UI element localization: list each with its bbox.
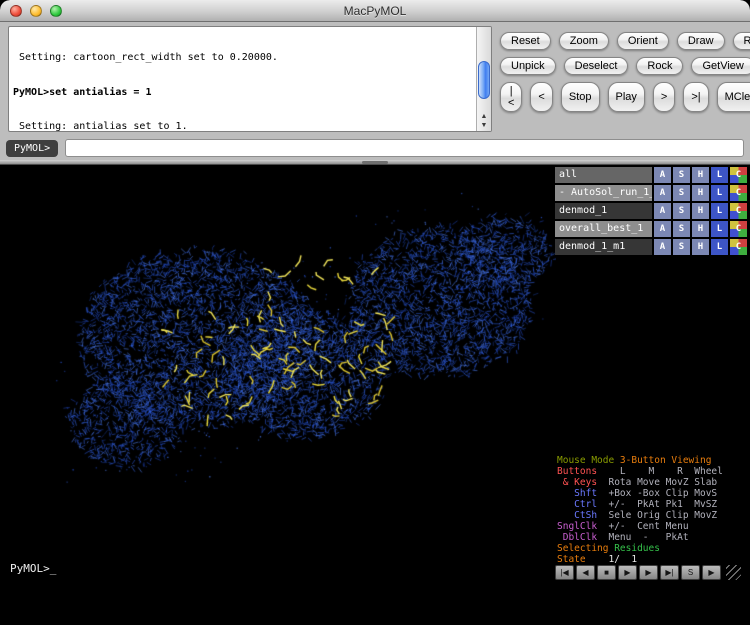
selecting-label: Selecting [557,543,608,554]
selecting-mode-line[interactable]: Selecting Residues [557,543,747,554]
rock-button[interactable]: Rock [636,57,683,75]
reset-button[interactable]: Reset [500,32,551,50]
show-button[interactable]: S [673,239,690,255]
console-log: Setting: cartoon_rect_width set to 0.200… [9,27,491,132]
console-scrollbar[interactable]: ▲▼ [476,27,491,131]
hide-button[interactable]: H [692,167,709,183]
object-name-denmod-1[interactable]: denmod_1 [555,203,652,219]
mouse-mode-label: Mouse Mode [557,455,614,466]
mouse-matrix-row: Ctrl +/- PkAt Pk1 MvSZ [557,499,747,510]
scrollbar-thumb[interactable] [478,61,490,99]
show-button[interactable]: S [673,167,690,183]
hide-button[interactable]: H [692,221,709,237]
orient-button[interactable]: Orient [617,32,669,50]
frame-first-button[interactable]: |◀ [555,565,574,580]
state-line: State 1/ 1 [557,554,747,565]
show-button[interactable]: S [673,203,690,219]
zoom-button[interactable]: Zoom [559,32,609,50]
pymol-prompt-label: PyMOL> [6,140,58,157]
viewport-prompt: PyMOL>_ [10,562,56,575]
play-button[interactable]: ▶ [618,565,637,580]
draw-button[interactable]: Draw [677,32,725,50]
color-button[interactable]: C [730,185,747,201]
splitter-nub[interactable] [362,161,388,164]
scene-button[interactable]: S [681,565,700,580]
mouse-matrix-row: SnglClk +/- Cent Menu [557,521,747,532]
object-row: all A S H L C [555,167,747,183]
action-button[interactable]: A [654,221,671,237]
label-button[interactable]: L [711,221,728,237]
movie-play-button[interactable]: Play [608,82,645,112]
color-button[interactable]: C [730,221,747,237]
object-name-denmod-1-m1[interactable]: denmod_1_m1 [555,239,652,255]
resize-grip[interactable] [726,565,741,580]
command-buttons: Reset Zoom Orient Draw Ray Unpick Desele… [500,32,746,119]
stop-button[interactable]: ■ [597,565,616,580]
label-button[interactable]: L [711,185,728,201]
console-line: PyMOL>set antialias = 1 [13,87,473,99]
state-label: State [557,554,586,565]
action-button[interactable]: A [654,203,671,219]
label-button[interactable]: L [711,239,728,255]
object-name-all[interactable]: all [555,167,652,183]
color-button[interactable]: C [730,239,747,255]
object-row: denmod_1_m1 A S H L C [555,239,747,255]
scrollbar-arrows[interactable]: ▲▼ [477,112,491,130]
color-button[interactable]: C [730,203,747,219]
fullscreen-button[interactable]: ▶ [702,565,721,580]
mouse-mode-line[interactable]: Mouse Mode 3-Button Viewing [557,455,747,466]
splitter-handle[interactable] [0,160,750,165]
object-name-autosol-group[interactable]: - AutoSol_run_1_ [555,185,652,201]
movie-stop-button[interactable]: Stop [561,82,600,112]
color-button[interactable]: C [730,167,747,183]
getview-button[interactable]: GetView [691,57,750,75]
action-button[interactable]: A [654,185,671,201]
frame-last-button[interactable]: ▶| [660,565,679,580]
mouse-matrix-row: Shft +Box -Box Clip MovS [557,488,747,499]
movie-next-button[interactable]: > [653,82,675,112]
action-button[interactable]: A [654,167,671,183]
output-console[interactable]: Setting: cartoon_rect_width set to 0.200… [8,26,492,132]
mclear-button[interactable]: MClear [717,82,750,112]
console-line: Setting: antialias set to 1. [13,121,473,132]
frame-next-button[interactable]: ▶ [639,565,658,580]
object-sidebar: all A S H L C - AutoSol_run_1_ A S H L C… [555,167,747,622]
viewport-canvas[interactable] [8,170,556,558]
unpick-button[interactable]: Unpick [500,57,556,75]
mouse-matrix-row: Buttons L M R Wheel [557,466,747,477]
macpymol-window: MacPyMOL Setting: cartoon_rect_width set… [0,0,750,625]
hide-button[interactable]: H [692,203,709,219]
label-button[interactable]: L [711,203,728,219]
mouse-matrix-row: DblClk Menu - PkAt [557,532,747,543]
movie-controls: |◀ ◀ ■ ▶ ▶ ▶| S ▶ [555,565,747,580]
selecting-value: Residues [608,543,659,554]
show-button[interactable]: S [673,221,690,237]
mouse-matrix-row: & Keys Rota Move MovZ Slab [557,477,747,488]
ray-button[interactable]: Ray [733,32,750,50]
window-title: MacPyMOL [0,4,750,18]
action-button[interactable]: A [654,239,671,255]
state-value: 1/ 1 [586,554,637,565]
movie-prev-button[interactable]: < [530,82,552,112]
hide-button[interactable]: H [692,185,709,201]
console-line: Setting: cartoon_rect_width set to 0.200… [13,52,473,64]
upper-panel: Setting: cartoon_rect_width set to 0.200… [0,22,750,160]
label-button[interactable]: L [711,167,728,183]
command-input[interactable] [65,139,744,157]
movie-last-button[interactable]: >| [683,82,708,112]
mouse-matrix-row: CtSh Sele Orig Clip MovZ [557,510,747,521]
object-name-overall-best-1[interactable]: overall_best_1 [555,221,652,237]
mouse-mode-value: 3-Button Viewing [614,455,711,466]
object-row: denmod_1 A S H L C [555,203,747,219]
object-row: overall_best_1 A S H L C [555,221,747,237]
show-button[interactable]: S [673,185,690,201]
movie-first-button[interactable]: |< [500,82,522,112]
title-bar[interactable]: MacPyMOL [0,0,750,22]
deselect-button[interactable]: Deselect [564,57,629,75]
hide-button[interactable]: H [692,239,709,255]
frame-prev-button[interactable]: ◀ [576,565,595,580]
main-area: PyMOL>_ all A S H L C - AutoSol_run_1_ A… [0,160,750,625]
mouse-settings-panel: Mouse Mode 3-Button Viewing Buttons L M … [555,455,747,565]
object-row: - AutoSol_run_1_ A S H L C [555,185,747,201]
